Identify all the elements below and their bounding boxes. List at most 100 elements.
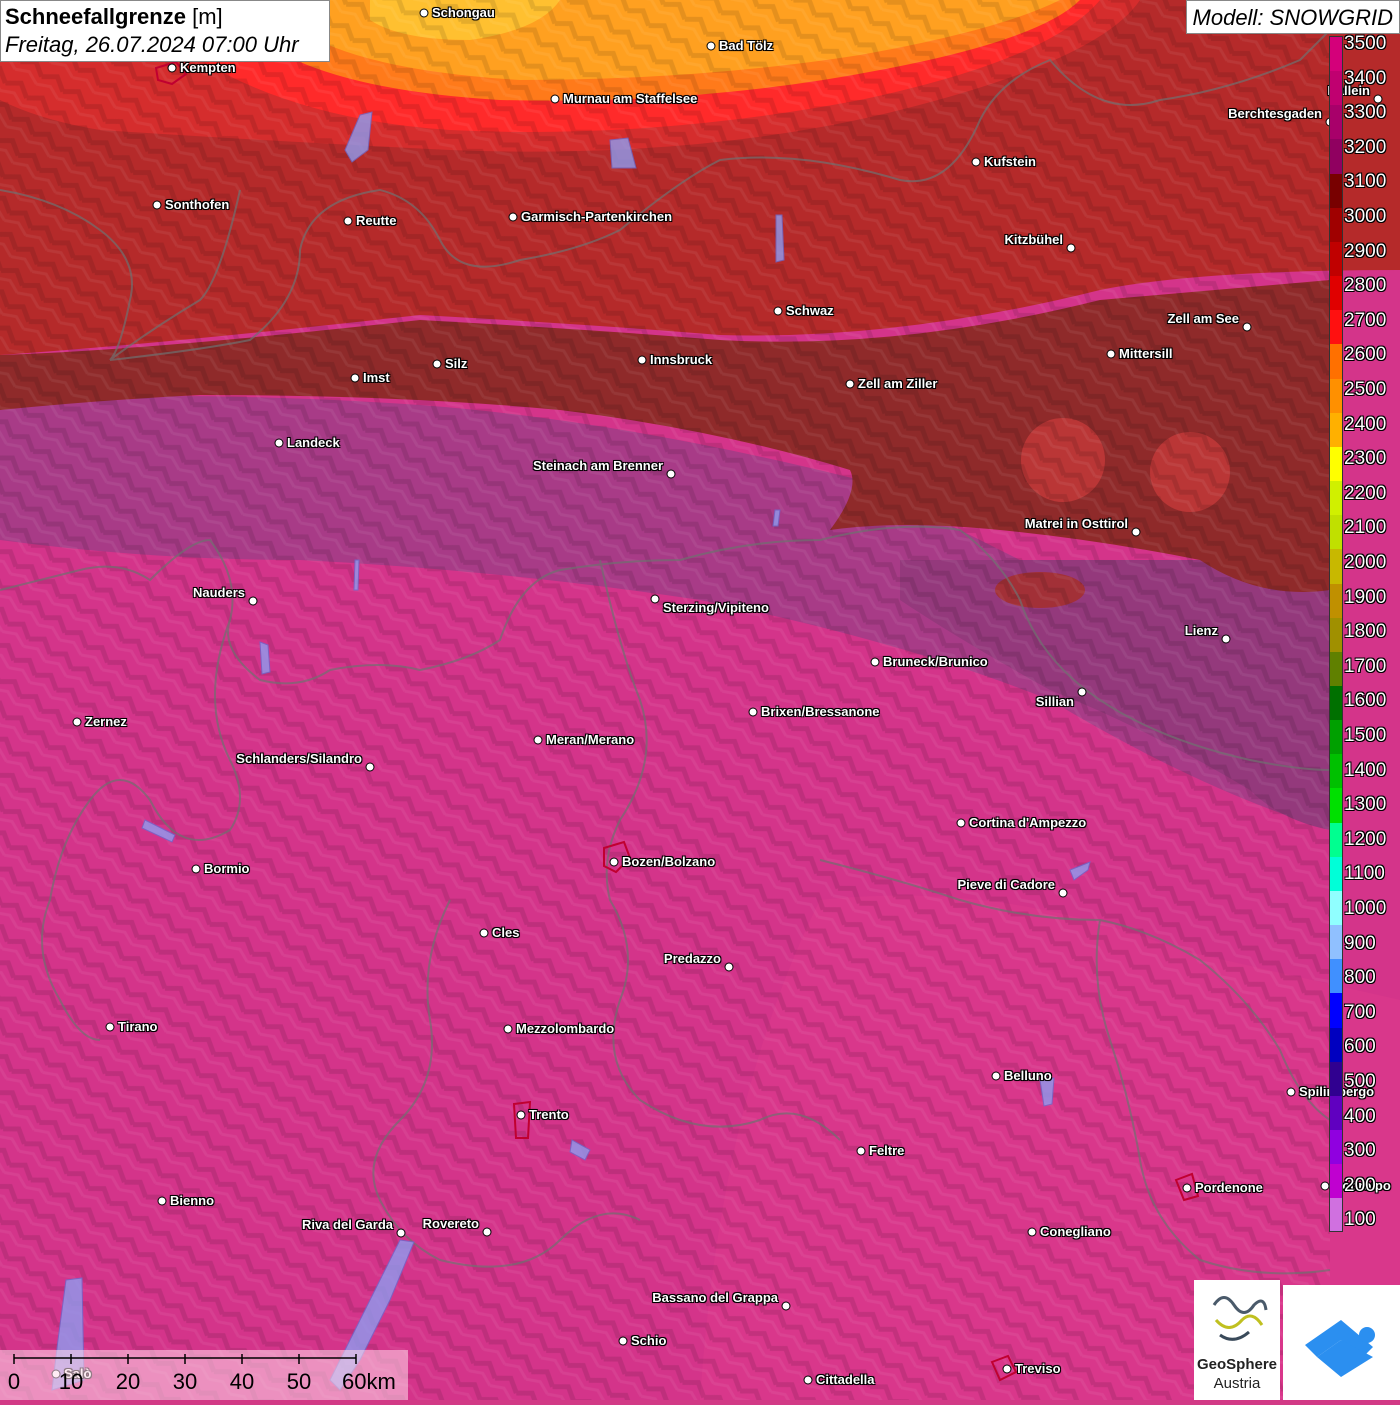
city-marker[interactable] (533, 735, 543, 745)
city-marker[interactable] (1058, 888, 1068, 898)
city-marker[interactable] (508, 212, 518, 222)
legend-swatch (1330, 344, 1342, 379)
legend-label: 300 (1344, 1140, 1376, 1162)
city-marker[interactable] (856, 1146, 866, 1156)
city-marker[interactable] (618, 1336, 628, 1346)
city-label: Predazzo (663, 951, 721, 966)
city-marker[interactable] (479, 928, 489, 938)
city-marker[interactable] (971, 157, 981, 167)
city-label: Trento (529, 1107, 569, 1122)
app-logo (1283, 1285, 1400, 1400)
city-marker[interactable] (482, 1227, 492, 1237)
city-marker[interactable] (419, 8, 429, 18)
city-label: Lienz (1184, 623, 1218, 638)
city-marker[interactable] (1027, 1227, 1037, 1237)
legend-swatch (1330, 241, 1342, 277)
city-marker[interactable] (781, 1301, 791, 1311)
city-marker[interactable] (191, 864, 201, 874)
legend-swatch (1330, 515, 1342, 550)
legend-swatch (1330, 720, 1342, 755)
scale-label: 60km (342, 1369, 396, 1394)
scale-label: 40 (229, 1369, 255, 1394)
legend-swatch (1330, 685, 1342, 721)
city-marker[interactable] (1286, 1087, 1296, 1097)
city-marker[interactable] (152, 200, 162, 210)
city-marker[interactable] (365, 762, 375, 772)
city-marker[interactable] (1221, 634, 1231, 644)
city-marker[interactable] (1131, 527, 1141, 537)
city-label: Rovereto (422, 1216, 479, 1231)
scale-label: 10 (58, 1369, 84, 1394)
city-label: Meran/Merano (546, 732, 635, 747)
legend-swatch (1330, 959, 1342, 994)
city-label: Silz (445, 356, 468, 371)
legend-label: 3100 (1344, 171, 1387, 193)
city-label: Bormio (204, 861, 250, 876)
city-marker[interactable] (748, 707, 758, 717)
city-marker[interactable] (773, 306, 783, 316)
city-marker[interactable] (503, 1024, 513, 1034)
city-marker[interactable] (870, 657, 880, 667)
legend-swatch (1330, 1130, 1342, 1165)
city-marker[interactable] (666, 469, 676, 479)
city-marker[interactable] (350, 373, 360, 383)
city-marker[interactable] (1106, 349, 1116, 359)
logo-line1: GeoSphere (1196, 1356, 1278, 1373)
city-label: Bad Tölz (719, 38, 774, 53)
city-marker[interactable] (1002, 1364, 1012, 1374)
legend-label: 3200 (1344, 136, 1387, 158)
legend-swatch (1330, 481, 1342, 516)
city-marker[interactable] (637, 355, 647, 365)
city-marker[interactable] (1182, 1183, 1192, 1193)
city-marker[interactable] (396, 1228, 406, 1238)
legend-label: 1100 (1344, 863, 1385, 885)
city-label: Imst (363, 370, 390, 385)
city-label: Mittersill (1119, 346, 1173, 361)
city-marker[interactable] (248, 596, 258, 606)
city-label: Cittadella (816, 1372, 875, 1387)
city-marker[interactable] (1077, 687, 1087, 697)
city-marker[interactable] (609, 857, 619, 867)
legend-label: 900 (1344, 932, 1376, 954)
city-marker[interactable] (550, 94, 560, 104)
city-marker[interactable] (432, 359, 442, 369)
legend-label: 600 (1344, 1036, 1376, 1058)
city-marker[interactable] (991, 1071, 1001, 1081)
city-marker[interactable] (724, 962, 734, 972)
city-marker[interactable] (956, 818, 966, 828)
city-marker[interactable] (105, 1022, 115, 1032)
city-marker[interactable] (516, 1110, 526, 1120)
legend-swatch (1330, 1095, 1342, 1130)
legend-label: 2500 (1344, 379, 1387, 400)
city-marker[interactable] (343, 216, 353, 226)
legend-swatch (1330, 412, 1342, 447)
city-label: Feltre (869, 1143, 905, 1158)
legend-swatch (1330, 890, 1342, 926)
city-marker[interactable] (157, 1196, 167, 1206)
city-marker[interactable] (803, 1375, 813, 1385)
legend-label: 100 (1344, 1209, 1376, 1231)
city-marker[interactable] (72, 717, 82, 727)
legend-swatch (1330, 105, 1342, 140)
city-marker[interactable] (1066, 243, 1076, 253)
legend-swatch (1330, 310, 1342, 345)
legend-label: 500 (1344, 1071, 1376, 1092)
legend-label: 2400 (1344, 413, 1387, 435)
legend-label: 2700 (1344, 309, 1387, 331)
city-marker[interactable] (650, 594, 660, 604)
city-label: Schongau (432, 5, 495, 20)
city-label: Conegliano (1040, 1224, 1111, 1239)
city-marker[interactable] (706, 41, 716, 51)
city-marker[interactable] (274, 438, 284, 448)
city-label: Sillian (1035, 694, 1074, 709)
legend-swatch (1330, 925, 1342, 960)
legend-label: 2200 (1344, 482, 1387, 504)
city-marker[interactable] (1242, 322, 1252, 332)
legend-label: 1400 (1344, 759, 1387, 781)
legend-swatch (1330, 1027, 1342, 1062)
legend-swatch (1330, 173, 1342, 208)
city-marker[interactable] (167, 63, 177, 73)
geosphere-logo-icon (1212, 1296, 1268, 1341)
city-marker[interactable] (845, 379, 855, 389)
legend-label: 2100 (1344, 517, 1387, 539)
